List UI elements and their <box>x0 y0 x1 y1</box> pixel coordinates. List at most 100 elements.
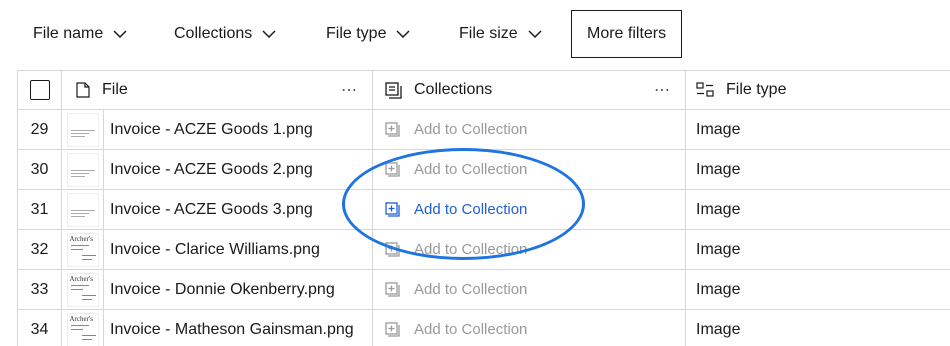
add-collection-icon <box>385 122 400 137</box>
collection-cell: Add to Collection <box>372 110 685 149</box>
file-column-menu[interactable]: ⋯ <box>341 80 358 100</box>
file-name: Invoice - Clarice Williams.png <box>110 240 320 258</box>
file-name-cell[interactable]: Invoice - Clarice Williams.png <box>103 230 372 269</box>
file-size-filter[interactable]: File size <box>459 10 542 58</box>
file-type-cell: Image <box>685 110 950 149</box>
file-type-cell: Image <box>685 230 950 269</box>
file-name-cell[interactable]: Invoice - ACZE Goods 2.png <box>103 150 372 189</box>
collections-icon <box>385 81 402 99</box>
file-thumbnail: Archer's <box>66 232 99 267</box>
file-type-value: Image <box>696 160 741 178</box>
add-to-collection-label: Add to Collection <box>414 121 528 138</box>
file-name-filter-label: File name <box>33 25 104 42</box>
collection-cell: Add to Collection <box>372 150 685 189</box>
file-thumbnail: Archer's <box>66 312 99 346</box>
add-to-collection-button[interactable]: Add to Collection <box>385 121 527 138</box>
chevron-down-icon <box>396 30 410 39</box>
add-to-collection-label: Add to Collection <box>414 281 528 298</box>
row-number: 31 <box>17 190 61 229</box>
thumbnail-brand: Archer's <box>69 314 93 323</box>
add-collection-icon <box>385 322 400 337</box>
file-type-cell: Image <box>685 190 950 229</box>
add-to-collection-button[interactable]: Add to Collection <box>385 201 527 218</box>
select-all-cell <box>17 71 61 109</box>
chevron-down-icon <box>528 30 542 39</box>
collections-filter[interactable]: Collections <box>174 10 276 58</box>
chevron-down-icon <box>113 30 127 39</box>
file-type-value: Image <box>696 120 741 138</box>
more-filters-label: More filters <box>587 25 667 42</box>
file-type-column-header[interactable]: File type <box>685 71 950 109</box>
file-type-column-label: File type <box>726 81 787 98</box>
add-to-collection-label: Add to Collection <box>414 321 528 338</box>
collection-cell: Add to Collection <box>372 270 685 309</box>
file-name-cell[interactable]: Invoice - ACZE Goods 3.png <box>103 190 372 229</box>
thumbnail-brand: Archer's <box>69 274 93 283</box>
filter-bar: File name Collections File type File siz… <box>0 10 950 58</box>
add-to-collection-button[interactable]: Add to Collection <box>385 161 527 178</box>
file-column-header[interactable]: File ⋯ <box>61 71 372 109</box>
collections-column-label: Collections <box>414 81 493 98</box>
file-name: Invoice - ACZE Goods 1.png <box>110 120 313 138</box>
chevron-down-icon <box>262 30 276 39</box>
table-row[interactable]: 30 Invoice - ACZE Goods 2.png Add to Colle… <box>17 150 950 190</box>
file-type-value: Image <box>696 200 741 218</box>
file-name-filter[interactable]: File name <box>33 10 127 58</box>
collections-filter-label: Collections <box>174 25 253 42</box>
table-row[interactable]: 31 Invoice - ACZE Goods 3.png Add to Colle… <box>17 190 950 230</box>
collection-cell: Add to Collection <box>372 190 685 229</box>
file-name-cell[interactable]: Invoice - Donnie Okenberry.png <box>103 270 372 309</box>
file-thumbnail <box>66 112 99 147</box>
file-type-value: Image <box>696 320 741 338</box>
add-to-collection-button[interactable]: Add to Collection <box>385 321 527 338</box>
file-name: Invoice - Donnie Okenberry.png <box>110 280 335 298</box>
thumbnail-cell[interactable]: Archer's <box>61 230 103 269</box>
file-size-filter-label: File size <box>459 25 518 42</box>
select-all-checkbox[interactable] <box>29 80 50 100</box>
add-to-collection-label: Add to Collection <box>414 241 528 258</box>
add-to-collection-button[interactable]: Add to Collection <box>385 281 527 298</box>
add-collection-icon <box>385 162 400 177</box>
row-number: 29 <box>17 110 61 149</box>
thumbnail-cell[interactable] <box>61 150 103 189</box>
row-number: 30 <box>17 150 61 189</box>
add-to-collection-button[interactable]: Add to Collection <box>385 241 527 258</box>
add-collection-icon <box>385 282 400 297</box>
thumbnail-cell[interactable] <box>61 190 103 229</box>
collections-column-menu[interactable]: ⋯ <box>654 80 671 100</box>
file-name: Invoice - Matheson Gainsman.png <box>110 320 354 338</box>
add-to-collection-label: Add to Collection <box>414 161 528 178</box>
row-number: 34 <box>17 310 61 346</box>
row-number: 33 <box>17 270 61 309</box>
file-name-cell[interactable]: Invoice - Matheson Gainsman.png <box>103 310 372 346</box>
table-row[interactable]: 32 Archer's Invoice - Clarice Williams.png… <box>17 230 950 270</box>
file-name: Invoice - ACZE Goods 3.png <box>110 200 313 218</box>
collections-column-header[interactable]: Collections ⋯ <box>372 71 685 109</box>
table-header: File ⋯ Collections ⋯ File type <box>17 70 950 110</box>
file-type-filter-label: File type <box>326 25 387 42</box>
file-thumbnail <box>66 152 99 187</box>
thumbnail-cell[interactable]: Archer's <box>61 270 103 309</box>
file-icon <box>76 82 90 98</box>
add-to-collection-label: Add to Collection <box>414 201 528 218</box>
thumbnail-cell[interactable] <box>61 110 103 149</box>
file-type-value: Image <box>696 280 741 298</box>
table-row[interactable]: 33 Archer's Invoice - Donnie Okenberry.png… <box>17 270 950 310</box>
file-name: Invoice - ACZE Goods 2.png <box>110 160 313 178</box>
thumbnail-cell[interactable]: Archer's <box>61 310 103 346</box>
add-collection-icon <box>385 242 400 257</box>
add-collection-icon <box>385 202 400 217</box>
file-type-icon <box>696 82 714 98</box>
row-number: 32 <box>17 230 61 269</box>
collection-cell: Add to Collection <box>372 310 685 346</box>
table-row[interactable]: 29 Invoice - ACZE Goods 1.png Add to Colle… <box>17 110 950 150</box>
collection-cell: Add to Collection <box>372 230 685 269</box>
file-type-cell: Image <box>685 150 950 189</box>
table-row[interactable]: 34 Archer's Invoice - Matheson Gainsman.pn… <box>17 310 950 346</box>
file-name-cell[interactable]: Invoice - ACZE Goods 1.png <box>103 110 372 149</box>
file-type-filter[interactable]: File type <box>326 10 410 58</box>
file-thumbnail: Archer's <box>66 272 99 307</box>
file-column-label: File <box>102 81 128 98</box>
thumbnail-brand: Archer's <box>69 234 93 243</box>
more-filters-button[interactable]: More filters <box>571 10 683 58</box>
